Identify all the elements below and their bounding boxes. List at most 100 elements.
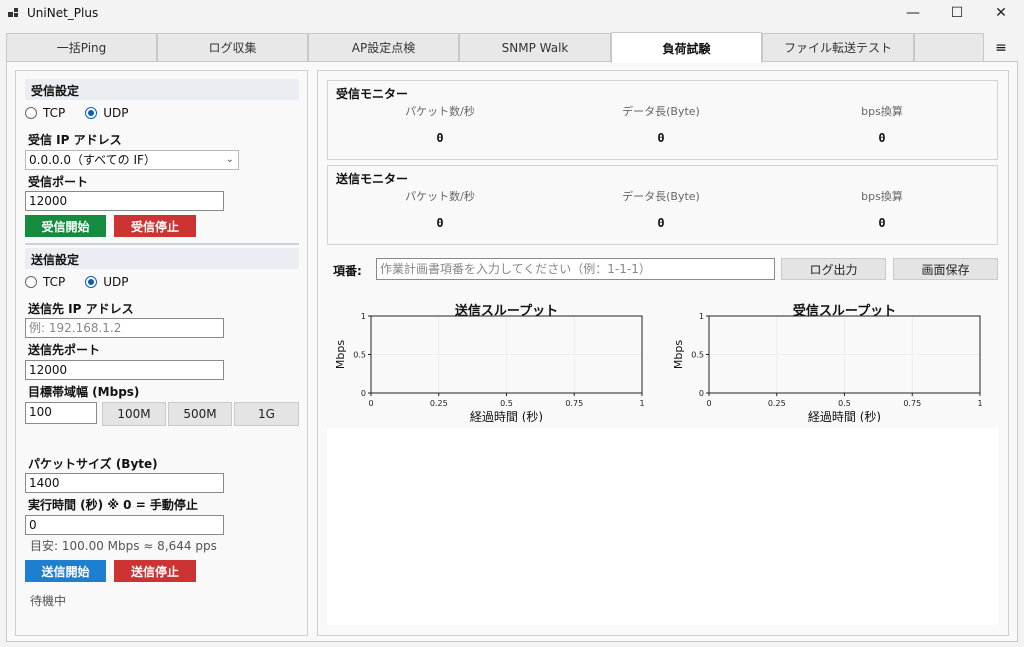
preset-100m-button[interactable]: 100M xyxy=(102,402,166,426)
tx-monitor-title: 送信モニター xyxy=(336,172,409,186)
dest-port-label: 送信先ポート xyxy=(28,343,101,357)
tab-load-test[interactable]: 負荷試験 xyxy=(611,32,762,63)
receive-ip-label: 受信 IP アドレス xyxy=(28,133,122,147)
x-tick-label: 0.25 xyxy=(768,399,786,408)
status-text: 待機中 xyxy=(30,594,67,608)
send-tcp-label: TCP xyxy=(43,275,66,289)
tab-label: 一括Ping xyxy=(56,41,107,55)
tx-pps-value: 0 xyxy=(436,216,444,230)
tab-log-collect[interactable]: ログ収集 xyxy=(157,33,308,62)
rx-pps-value: 0 xyxy=(436,131,444,145)
preset-500m-button[interactable]: 500M xyxy=(168,402,232,426)
dest-ip-input[interactable]: 例: 192.168.1.2 xyxy=(25,318,224,338)
tx-pps-label: パケット数/秒 xyxy=(405,190,475,203)
receive-port-label: 受信ポート xyxy=(28,175,89,189)
receive-settings-header: 受信設定 xyxy=(25,79,299,100)
item-number-input[interactable]: 作業計画書項番を入力してください（例：1-1-1） xyxy=(376,258,775,280)
window-title: UniNet_Plus xyxy=(27,6,99,20)
item-number-label: 項番: xyxy=(333,264,362,278)
x-axis-label: 経過時間 (秒) xyxy=(470,410,543,422)
y-tick-label: 1 xyxy=(361,312,366,321)
tab-filler xyxy=(914,33,984,62)
receive-ip-value: 0.0.0.0（すべての IF） xyxy=(29,153,156,167)
tx-length-label: データ長(Byte) xyxy=(622,190,700,203)
send-udp-radio[interactable] xyxy=(85,276,98,288)
x-tick-label: 0.25 xyxy=(430,399,448,408)
x-tick-label: 0 xyxy=(368,399,373,408)
y-tick-label: 0.5 xyxy=(353,351,366,360)
send-protocol-group: TCP UDP xyxy=(25,275,129,289)
tx-bps-value: 0 xyxy=(878,216,886,230)
dest-ip-label: 送信先 IP アドレス xyxy=(28,302,134,316)
rx-length-label: データ長(Byte) xyxy=(622,105,700,118)
send-udp-label: UDP xyxy=(103,275,129,289)
receive-start-button[interactable]: 受信開始 xyxy=(25,215,106,237)
maximize-button[interactable]: ☐ xyxy=(934,0,980,26)
chevron-down-icon: ⌄ xyxy=(225,154,234,165)
menu-button[interactable]: ≡ xyxy=(984,33,1018,62)
x-tick-label: 0 xyxy=(706,399,711,408)
send-stop-button[interactable]: 送信停止 xyxy=(114,560,196,582)
tab-bulk-ping[interactable]: 一括Ping xyxy=(6,33,157,62)
rx-pps-label: パケット数/秒 xyxy=(405,105,475,118)
x-tick-label: 0.75 xyxy=(903,399,921,408)
x-axis-label: 経過時間 (秒) xyxy=(808,410,881,422)
rx-length-value: 0 xyxy=(657,131,665,145)
title-bar: UniNet_Plus — ☐ ✕ xyxy=(0,0,1024,26)
tx-throughput-chart: 0 0.25 0.5 0.75 1 0 0.5 1 経過時間 (秒) Mbps xyxy=(334,312,645,422)
y-tick-label: 1 xyxy=(699,312,704,321)
tab-bar: 一括Ping ログ収集 AP設定点検 SNMP Walk 負荷試験 ファイル転送… xyxy=(6,32,1018,63)
tab-label: ログ収集 xyxy=(208,41,257,55)
receive-udp-radio[interactable] xyxy=(85,107,98,119)
minimize-button[interactable]: — xyxy=(890,0,936,26)
maximize-icon: ☐ xyxy=(950,5,964,21)
y-axis-label: Mbps xyxy=(672,340,685,369)
tx-bps-label: bps換算 xyxy=(861,190,903,203)
packet-size-input[interactable]: 1400 xyxy=(25,473,224,493)
dest-port-input[interactable]: 12000 xyxy=(25,360,224,380)
rx-monitor: 受信モニター パケット数/秒 データ長(Byte) bps換算 0 0 0 xyxy=(327,80,998,160)
tab-ap-check[interactable]: AP設定点検 xyxy=(308,33,459,62)
packet-size-label: パケットサイズ (Byte) xyxy=(28,457,158,471)
minimize-icon: — xyxy=(906,5,920,21)
receive-stop-button[interactable]: 受信停止 xyxy=(114,215,196,237)
receive-ip-select[interactable]: 0.0.0.0（すべての IF） ⌄ xyxy=(25,150,239,170)
rx-throughput-chart: 0 0.25 0.5 0.75 1 0 0.5 1 経過時間 (秒) Mbps xyxy=(672,312,983,422)
duration-input[interactable]: 0 xyxy=(25,515,224,535)
tab-file-transfer-test[interactable]: ファイル転送テスト xyxy=(762,33,914,62)
section-divider xyxy=(25,243,299,245)
duration-label: 実行時間 (秒) ※ 0 = 手動停止 xyxy=(28,498,198,512)
tab-snmp-walk[interactable]: SNMP Walk xyxy=(459,33,611,62)
rx-monitor-title: 受信モニター xyxy=(336,87,409,101)
tab-label: 負荷試験 xyxy=(662,41,711,56)
tx-monitor: 送信モニター パケット数/秒 データ長(Byte) bps換算 0 0 0 xyxy=(327,165,998,245)
receive-protocol-group: TCP UDP xyxy=(25,106,129,120)
tx-length-value: 0 xyxy=(657,216,665,230)
receive-tcp-radio[interactable] xyxy=(25,107,37,119)
close-button[interactable]: ✕ xyxy=(978,0,1024,26)
tab-label: AP設定点検 xyxy=(351,41,416,55)
x-tick-label: 0.75 xyxy=(565,399,583,408)
y-axis-label: Mbps xyxy=(334,340,347,369)
tab-label: SNMP Walk xyxy=(501,40,569,55)
close-icon: ✕ xyxy=(995,5,1007,21)
send-tcp-radio[interactable] xyxy=(25,276,37,288)
send-start-button[interactable]: 送信開始 xyxy=(25,560,106,582)
estimate-text: 目安: 100.00 Mbps ≈ 8,644 pps xyxy=(30,539,217,553)
log-output-button[interactable]: ログ出力 xyxy=(781,258,886,280)
receive-tcp-label: TCP xyxy=(43,106,66,120)
rx-bps-value: 0 xyxy=(878,131,886,145)
send-settings-header: 送信設定 xyxy=(25,248,299,269)
x-tick-label: 0.5 xyxy=(838,399,851,408)
y-tick-label: 0.5 xyxy=(691,351,704,360)
y-tick-label: 0 xyxy=(361,389,366,398)
app-icon xyxy=(8,8,18,17)
log-area[interactable] xyxy=(327,428,998,625)
receive-udp-label: UDP xyxy=(103,106,129,120)
x-tick-label: 0.5 xyxy=(500,399,513,408)
bandwidth-input[interactable]: 100 xyxy=(25,402,97,424)
receive-port-input[interactable]: 12000 xyxy=(25,191,224,211)
hamburger-icon: ≡ xyxy=(995,39,1007,56)
save-screen-button[interactable]: 画面保存 xyxy=(893,258,998,280)
preset-1g-button[interactable]: 1G xyxy=(234,402,299,426)
